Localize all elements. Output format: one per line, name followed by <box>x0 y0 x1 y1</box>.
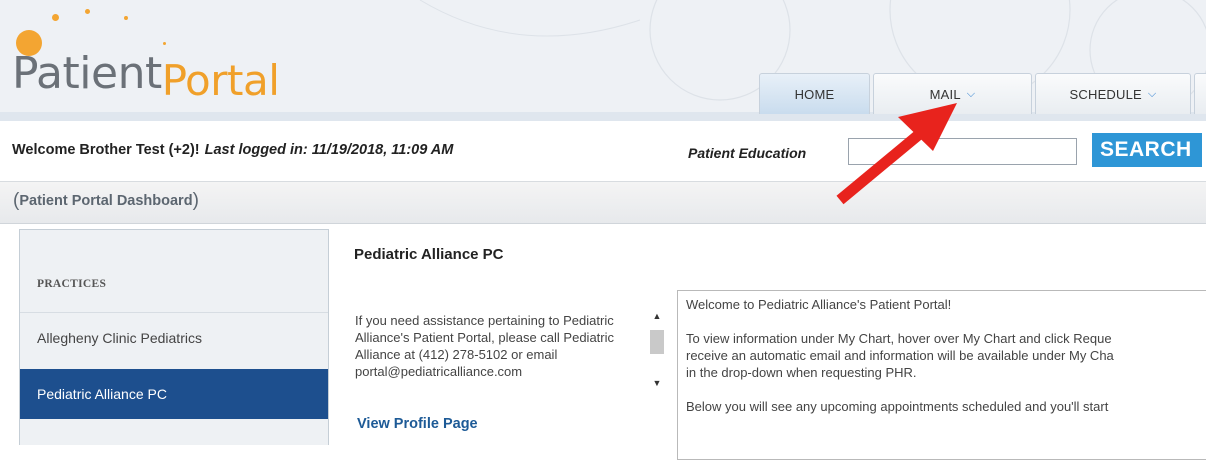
welcome-message: Welcome Brother Test (+2)! Last logged in… <box>12 142 453 158</box>
tab-home-label: HOME <box>794 86 835 102</box>
breadcrumb-close-bracket: ) <box>192 190 199 211</box>
logo-dot <box>163 42 166 45</box>
practices-heading: PRACTICES <box>37 278 107 290</box>
tab-home[interactable]: HOME <box>759 73 870 114</box>
sidebar-item-allegheny-clinic-pediatrics[interactable]: Allegheny Clinic Pediatrics <box>20 312 328 362</box>
sidebar-item-label: Allegheny Clinic Pediatrics <box>37 329 202 346</box>
breadcrumb-open-bracket: ( <box>13 190 20 211</box>
scroll-down-arrow-icon[interactable]: ▼ <box>649 378 665 388</box>
logo-dot <box>52 14 59 21</box>
logo-text-patient: Patient <box>12 48 162 99</box>
tab-schedule[interactable]: SCHEDULE ⌵ <box>1035 73 1191 114</box>
sidebar-item-pediatric-alliance-pc[interactable]: Pediatric Alliance PC <box>20 369 328 419</box>
welcome-line: Below you will see any upcoming appointm… <box>686 399 1109 414</box>
tab-mail[interactable]: MAIL ⌵ <box>873 73 1032 114</box>
tab-mail-label: MAIL <box>929 86 961 102</box>
welcome-message-box[interactable]: Welcome to Pediatric Alliance's Patient … <box>677 290 1206 460</box>
patient-education-search-input[interactable] <box>848 138 1077 165</box>
tab-next[interactable] <box>1194 73 1206 114</box>
tab-schedule-label: SCHEDULE <box>1069 86 1142 102</box>
welcome-line: receive an automatic email and informati… <box>686 348 1114 363</box>
breadcrumb-dashboard-link[interactable]: Patient Portal Dashboard <box>19 193 192 209</box>
last-login-text: Last logged in: 11/19/2018, 11:09 AM <box>204 142 454 158</box>
welcome-line: To view information under My Chart, hove… <box>686 331 1112 346</box>
chevron-down-icon: ⌵ <box>1147 87 1157 100</box>
welcome-greeting: Welcome Brother Test (+2)! <box>12 142 200 158</box>
assistance-text: If you need assistance pertaining to Ped… <box>355 313 615 379</box>
logo-dot <box>85 9 90 14</box>
search-button[interactable]: SEARCH <box>1092 133 1202 167</box>
sidebar-item-label: Pediatric Alliance PC <box>37 386 167 402</box>
logo-dot <box>124 16 128 20</box>
breadcrumb[interactable]: (Patient Portal Dashboard) <box>13 189 199 211</box>
app-logo[interactable]: PatientPortal <box>12 52 280 102</box>
welcome-line: in the drop-down when requesting PHR. <box>686 365 917 380</box>
scrollbar-thumb[interactable] <box>650 330 664 354</box>
chevron-down-icon: ⌵ <box>966 87 976 100</box>
welcome-line: Welcome to Pediatric Alliance's Patient … <box>686 297 952 312</box>
view-profile-page-link[interactable]: View Profile Page <box>357 416 478 432</box>
patient-education-label: Patient Education <box>688 145 807 161</box>
logo-text-portal: Portal <box>161 56 280 105</box>
practice-title: Pediatric Alliance PC <box>354 246 504 263</box>
scroll-up-arrow-icon[interactable]: ▲ <box>649 311 665 321</box>
